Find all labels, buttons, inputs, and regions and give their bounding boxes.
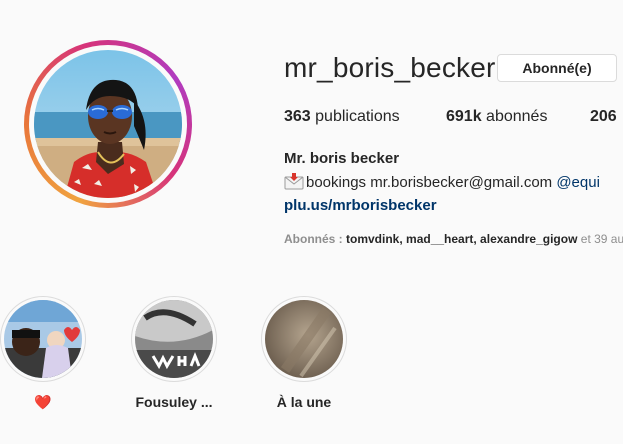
highlight-cover — [265, 300, 343, 378]
profile-username: mr_boris_becker — [284, 52, 496, 83]
followed-by-names: tomvdink, mad__heart, alexandre_gigow — [346, 232, 578, 246]
highlight-cover — [4, 300, 82, 378]
posts-count: 363 — [284, 108, 311, 125]
profile-website-link[interactable]: plu.us/mrborisbecker — [284, 197, 437, 214]
profile-full-name: Mr. boris becker — [284, 150, 400, 167]
posts-stat: 363 publications — [284, 108, 400, 126]
following-button[interactable]: Abonné(e) — [497, 54, 617, 82]
bio-text: bookings mr.borisbecker@gmail.com — [306, 174, 553, 191]
followers-label: abonnés — [486, 108, 548, 125]
followed-by-label: Abonnés : — [284, 232, 343, 246]
followers-count: 691k — [446, 108, 482, 125]
followed-by[interactable]: Abonnés : tomvdink, mad__heart, alexandr… — [284, 232, 623, 246]
avatar-ring-gap — [29, 45, 187, 203]
profile-avatar[interactable] — [24, 40, 192, 208]
following-count: 206 — [590, 108, 617, 125]
followers-stat[interactable]: 691k abonnés — [446, 108, 547, 126]
profile-bio: bookings mr.borisbecker@gmail.com @equi — [284, 172, 600, 194]
followed-by-suffix: et 39 au — [580, 232, 623, 246]
highlight-label: ❤️ — [34, 394, 52, 410]
highlight-item[interactable] — [131, 296, 217, 382]
following-stat[interactable]: 206 — [590, 108, 617, 126]
posts-label: publications — [315, 108, 400, 125]
highlight-cover — [135, 300, 213, 378]
highlight-item[interactable] — [261, 296, 347, 382]
highlight-item[interactable] — [0, 296, 86, 382]
highlight-label: Fousuley ... — [135, 394, 213, 410]
envelope-icon — [284, 172, 304, 194]
bio-mention-link[interactable]: @equi — [556, 174, 600, 191]
highlight-label: À la une — [276, 394, 332, 410]
avatar-photo — [34, 50, 182, 198]
